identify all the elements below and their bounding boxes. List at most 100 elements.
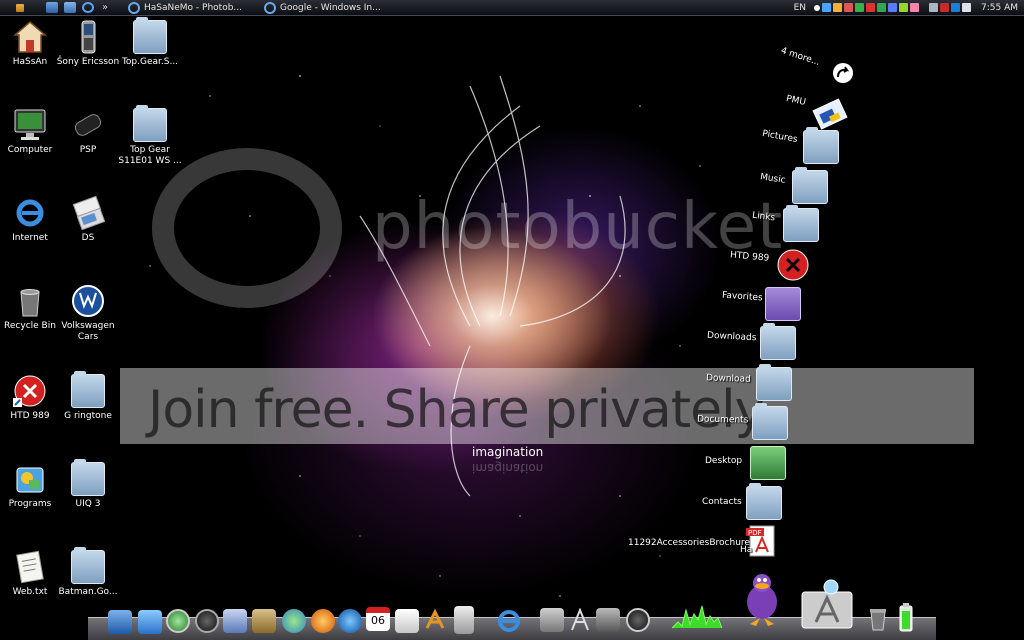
stack-item-label[interactable]: Desktop bbox=[705, 456, 742, 466]
windows-explorer-icon[interactable] bbox=[138, 610, 162, 634]
switch-windows-icon[interactable] bbox=[64, 2, 76, 13]
dashboard-icon[interactable] bbox=[195, 609, 219, 633]
desktop-icon-folder[interactable]: Top.Gear.S... bbox=[115, 17, 185, 68]
preview-icon[interactable] bbox=[540, 608, 564, 632]
volkswagen-logo-icon bbox=[71, 284, 105, 318]
taskbar-item-google[interactable]: Google - Windows In... bbox=[260, 1, 385, 15]
taskbar: » HaSaNeMo - Photob... Google - Windows … bbox=[0, 0, 1024, 16]
battery-icon[interactable] bbox=[894, 603, 918, 632]
computer-icon bbox=[13, 108, 47, 142]
error-x-icon bbox=[13, 374, 47, 408]
media-player-icon[interactable] bbox=[338, 609, 362, 633]
utilities-icon[interactable] bbox=[568, 607, 592, 632]
finder-icon[interactable] bbox=[108, 610, 132, 634]
desktop-icon-label: Top Gear S11E01 WS ... bbox=[118, 145, 182, 166]
desktop-icon-label: Computer bbox=[7, 145, 53, 155]
desktop-icon-label: Batman.Go... bbox=[58, 587, 118, 597]
clock[interactable]: 7:55 AM bbox=[981, 3, 1018, 13]
watermark-slogan: Join free. Share privately. bbox=[148, 380, 773, 440]
applications-stack-icon[interactable] bbox=[798, 578, 856, 630]
forward-arrow-icon[interactable] bbox=[833, 63, 853, 83]
tray-app-icon[interactable] bbox=[888, 3, 897, 12]
folder-icon bbox=[133, 17, 167, 54]
activity-meter-icon[interactable] bbox=[672, 600, 722, 630]
desktop-icon-label: HaSsAn bbox=[12, 57, 48, 67]
tray-app-icon[interactable] bbox=[899, 3, 908, 12]
folder-icon bbox=[71, 459, 105, 496]
desktop-icon-folder[interactable]: UIQ 3 bbox=[53, 459, 123, 510]
desktop-icon-folder[interactable]: Top Gear S11E01 WS ... bbox=[115, 105, 185, 167]
desktop-icon-label: Programs bbox=[8, 499, 52, 509]
stack-item-label[interactable]: Contacts bbox=[702, 497, 742, 507]
tray-app-icon[interactable] bbox=[833, 3, 842, 12]
timemachine-icon[interactable] bbox=[166, 609, 190, 633]
calendar-day: 06 bbox=[371, 614, 385, 627]
desktop-icon-sony-ericsson[interactable]: Sony Ericsson bbox=[53, 20, 123, 68]
desktop-icon-label: PSP bbox=[79, 145, 97, 155]
firefox-icon[interactable] bbox=[311, 609, 335, 633]
house-icon bbox=[12, 20, 48, 54]
stack-item-label[interactable]: 11292AccessoriesBrochure bbox=[628, 538, 750, 548]
wallpaper-caption: imagination bbox=[472, 445, 544, 459]
messenger-icon[interactable] bbox=[282, 609, 306, 633]
links-folder-icon[interactable] bbox=[783, 205, 819, 242]
notes-icon[interactable] bbox=[395, 609, 419, 633]
system-preferences-icon[interactable] bbox=[596, 608, 620, 632]
desktop-icon-folder[interactable]: Batman.Go... bbox=[53, 547, 123, 598]
favorites-folder-icon[interactable] bbox=[765, 287, 801, 321]
ie-quicklaunch-icon[interactable] bbox=[82, 2, 94, 13]
desktop-icon-psp[interactable]: PSP bbox=[53, 108, 123, 156]
desktop-icon-label: UIQ 3 bbox=[75, 499, 101, 509]
shutdown-icon[interactable] bbox=[626, 608, 650, 632]
trash-icon[interactable] bbox=[866, 606, 890, 631]
pictures-folder-icon[interactable] bbox=[803, 127, 839, 164]
desktop-icon-label: Top.Gear.S... bbox=[121, 57, 179, 67]
taskbar-item-label: Google - Windows In... bbox=[280, 2, 381, 13]
error-x-icon[interactable] bbox=[775, 248, 811, 282]
taskbar-item-photobucket[interactable]: HaSaNeMo - Photob... bbox=[124, 1, 246, 15]
tray-volume-icon[interactable] bbox=[962, 3, 971, 12]
wallpaper-caption-reflection: imagination bbox=[472, 461, 544, 475]
taskbar-item-label: HaSaNeMo - Photob... bbox=[144, 2, 242, 13]
app-store-icon[interactable] bbox=[423, 608, 447, 632]
desktop-icon-folder[interactable]: G ringtone bbox=[53, 371, 123, 422]
download-folder-icon[interactable] bbox=[756, 364, 792, 401]
tray-network-icon[interactable] bbox=[822, 3, 831, 12]
recycle-bin-icon bbox=[13, 284, 47, 318]
folder-icon bbox=[71, 371, 105, 408]
start-button[interactable] bbox=[16, 3, 24, 12]
calculator-icon[interactable] bbox=[454, 606, 474, 634]
ie-dock-icon[interactable] bbox=[496, 608, 520, 632]
adium-duck-icon[interactable] bbox=[742, 568, 782, 628]
desktop-icon-label: DS bbox=[81, 233, 95, 243]
desktop-icon-label: Web.txt bbox=[12, 587, 48, 597]
mail-icon[interactable] bbox=[223, 609, 247, 633]
stack-item-label[interactable]: Documents bbox=[697, 415, 748, 426]
language-indicator[interactable]: EN bbox=[794, 3, 806, 13]
tray-app-icon[interactable] bbox=[855, 3, 864, 12]
stack-item-partial-label: Ha bbox=[740, 545, 753, 555]
tray-arrow-icon[interactable] bbox=[814, 4, 820, 11]
desktop-folder-icon[interactable] bbox=[750, 446, 786, 480]
tray-app-icon[interactable] bbox=[866, 3, 875, 12]
tray-network-icon[interactable] bbox=[951, 3, 960, 12]
address-book-icon[interactable] bbox=[252, 609, 276, 633]
tray-app-icon[interactable] bbox=[940, 3, 949, 12]
stack-item-label[interactable]: Download bbox=[706, 373, 751, 385]
music-folder-icon[interactable] bbox=[792, 167, 828, 204]
contacts-folder-icon[interactable] bbox=[746, 483, 782, 520]
quicklaunch-overflow-button[interactable]: » bbox=[100, 2, 110, 13]
desktop-icon-volkswagen[interactable]: Volkswagen Cars bbox=[53, 284, 123, 343]
system-tray: EN 7:55 AM bbox=[794, 3, 1024, 13]
tray-app-icon[interactable] bbox=[910, 3, 919, 12]
tray-app-icon[interactable] bbox=[929, 3, 938, 12]
documents-folder-icon[interactable] bbox=[752, 403, 788, 440]
tray-app-icon[interactable] bbox=[844, 3, 853, 12]
desktop-icon-ds[interactable]: DS bbox=[53, 195, 123, 244]
show-desktop-icon[interactable] bbox=[46, 2, 58, 13]
desktop-icon-label: HTD 989 bbox=[10, 411, 50, 421]
calendar-icon[interactable]: 06 bbox=[366, 607, 390, 631]
tray-app-icon[interactable] bbox=[877, 3, 886, 12]
nintendo-ds-icon bbox=[71, 195, 106, 231]
downloads-folder-icon[interactable] bbox=[760, 323, 796, 360]
